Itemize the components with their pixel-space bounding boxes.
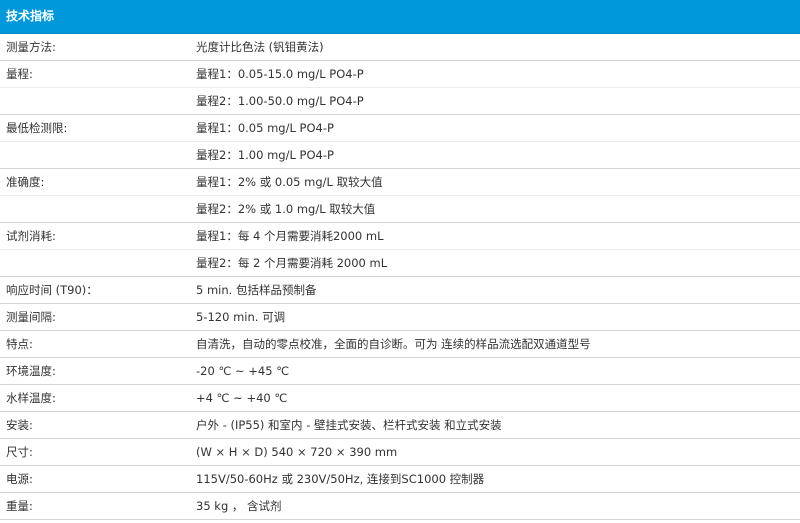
table-row: 量程2：2% 或 1.0 mg/L 取较大值 — [0, 196, 800, 223]
table-row: 尺寸: (W × H × D) 540 × 720 × 390 mm — [0, 439, 800, 466]
row-value: 量程2：每 2 个月需要消耗 2000 mL — [196, 256, 388, 270]
row-label: 尺寸: — [6, 445, 33, 459]
table-row: 量程2：每 2 个月需要消耗 2000 mL — [0, 250, 800, 277]
table-row: 重量: 35 kg ， 含试剂 — [0, 493, 800, 520]
row-value: (W × H × D) 540 × 720 × 390 mm — [196, 445, 398, 459]
row-label — [0, 142, 190, 168]
row-label: 电源: — [6, 472, 33, 486]
spec-table-header: 技术指标 — [0, 0, 800, 34]
table-row: 环境温度: -20 ℃ ~ +45 ℃ — [0, 358, 800, 385]
row-label: 特点: — [6, 337, 33, 351]
row-value: 量程1：0.05 mg/L PO4-P — [196, 121, 334, 135]
row-value: +4 ℃ ~ +40 ℃ — [196, 391, 288, 405]
table-row: 量程2：1.00-50.0 mg/L PO4-P — [0, 88, 800, 115]
table-row: 量程2：1.00 mg/L PO4-P — [0, 142, 800, 169]
row-label — [0, 250, 190, 276]
row-value: 5-120 min. 可调 — [196, 310, 286, 324]
row-label: 安装: — [6, 418, 33, 432]
row-value: 光度计比色法 (钒钼黄法) — [196, 40, 324, 54]
row-label: 最低检测限: — [6, 121, 68, 135]
table-row: 电源: 115V/50-60Hz 或 230V/50Hz, 连接到SC1000 … — [0, 466, 800, 493]
row-value: 5 min. 包括样品预制备 — [196, 283, 317, 297]
row-label: 测量方法: — [6, 40, 56, 54]
row-value: 量程2：1.00-50.0 mg/L PO4-P — [196, 94, 364, 108]
row-label — [0, 88, 190, 114]
row-value: 量程1：每 4 个月需要消耗2000 mL — [196, 229, 384, 243]
row-value: 量程2：2% 或 1.0 mg/L 取较大值 — [196, 202, 376, 216]
row-label: 测量间隔: — [6, 310, 56, 324]
spec-table: 技术指标 测量方法: 光度计比色法 (钒钼黄法) 量程: 量程1：0.05-15… — [0, 0, 800, 520]
table-row: 最低检测限: 量程1：0.05 mg/L PO4-P — [0, 115, 800, 142]
row-value: 自清洗，自动的零点校准，全面的自诊断。可为 连续的样品流选配双通道型号 — [196, 337, 591, 351]
row-value: 户外 - (IP55) 和室内 - 壁挂式安装、栏杆式安装 和立式安装 — [196, 418, 502, 432]
row-label: 水样温度: — [6, 391, 56, 405]
table-row: 准确度: 量程1：2% 或 0.05 mg/L 取较大值 — [0, 169, 800, 196]
row-label: 量程: — [6, 67, 33, 81]
table-row: 测量方法: 光度计比色法 (钒钼黄法) — [0, 34, 800, 61]
table-row: 测量间隔: 5-120 min. 可调 — [0, 304, 800, 331]
row-value: 115V/50-60Hz 或 230V/50Hz, 连接到SC1000 控制器 — [196, 472, 485, 486]
table-row: 水样温度: +4 ℃ ~ +40 ℃ — [0, 385, 800, 412]
row-label: 重量: — [6, 499, 33, 513]
row-label: 环境温度: — [6, 364, 56, 378]
row-label: 试剂消耗: — [6, 229, 56, 243]
table-row: 试剂消耗: 量程1：每 4 个月需要消耗2000 mL — [0, 223, 800, 250]
row-value: 量程1：2% 或 0.05 mg/L 取较大值 — [196, 175, 383, 189]
row-value: -20 ℃ ~ +45 ℃ — [196, 364, 290, 378]
table-row: 响应时间 (T90)： 5 min. 包括样品预制备 — [0, 277, 800, 304]
table-row: 安装: 户外 - (IP55) 和室内 - 壁挂式安装、栏杆式安装 和立式安装 — [0, 412, 800, 439]
row-value: 量程1：0.05-15.0 mg/L PO4-P — [196, 67, 364, 81]
row-label — [0, 196, 190, 222]
row-value: 量程2：1.00 mg/L PO4-P — [196, 148, 334, 162]
row-label: 响应时间 (T90)： — [6, 283, 98, 297]
row-value: 35 kg ， 含试剂 — [196, 499, 282, 513]
table-row: 量程: 量程1：0.05-15.0 mg/L PO4-P — [0, 61, 800, 88]
table-row: 特点: 自清洗，自动的零点校准，全面的自诊断。可为 连续的样品流选配双通道型号 — [0, 331, 800, 358]
row-label: 准确度: — [6, 175, 45, 189]
